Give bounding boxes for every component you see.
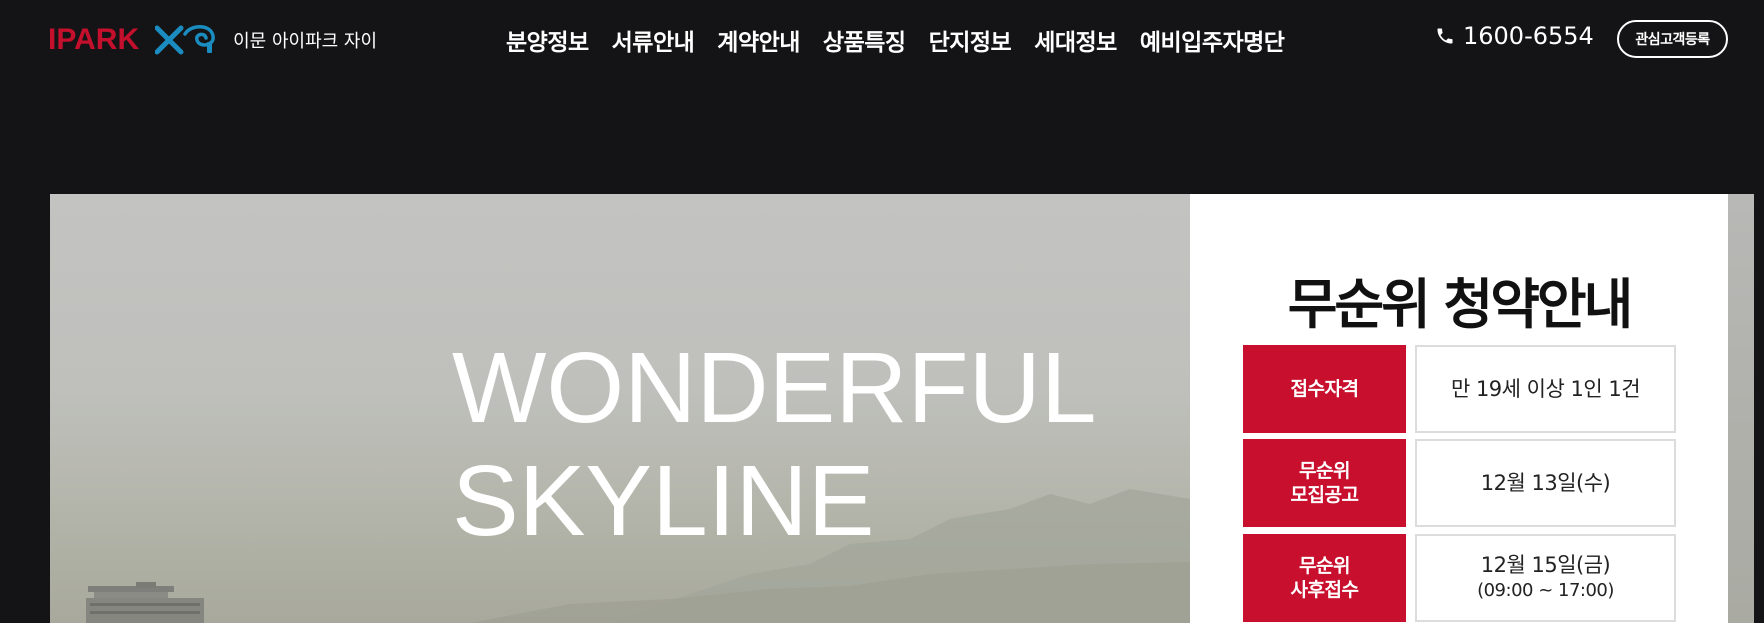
nav-item-complex[interactable]: 단지정보 xyxy=(929,23,1012,57)
row-value: 만 19세 이상 1인 1건 xyxy=(1415,345,1676,433)
row-label: 접수자격 xyxy=(1243,345,1406,433)
register-interest-button[interactable]: 관심고객등록 xyxy=(1617,20,1728,58)
info-row-late-application: 무순위 사후접수 12월 15일(금) (09:00 ~ 17:00) xyxy=(1243,534,1676,622)
ipark-logo: IPARK xyxy=(48,23,140,56)
hero-title-line2: SKYLINE xyxy=(452,445,875,557)
nav-item-features[interactable]: 상품특징 xyxy=(823,23,906,57)
row-label-line1: 무순위 xyxy=(1299,555,1350,577)
brand-logo[interactable]: IPARK 이문 아이파크 자이 xyxy=(48,24,377,56)
site-name: 이문 아이파크 자이 xyxy=(233,31,378,52)
row-label: 무순위 사후접수 xyxy=(1243,534,1406,622)
info-row-eligibility: 접수자격 만 19세 이상 1인 1건 xyxy=(1243,345,1676,433)
nav-item-waitlist[interactable]: 예비입주자명단 xyxy=(1140,23,1285,57)
xi-logo-icon xyxy=(154,24,219,56)
row-label-line1: 접수자격 xyxy=(1290,378,1359,400)
row-value-line1: 만 19세 이상 1인 1건 xyxy=(1450,377,1641,401)
nav-item-units[interactable]: 세대정보 xyxy=(1034,23,1117,57)
hero-title: WONDERFUL SKYLINE xyxy=(452,332,1096,558)
phone-number: 1600-6554 xyxy=(1463,22,1594,50)
row-value: 12월 13일(수) xyxy=(1415,439,1676,527)
main-nav: 분양정보 서류안내 계약안내 상품특징 단지정보 세대정보 예비입주자명단 xyxy=(506,23,1285,57)
row-label-line2: 모집공고 xyxy=(1290,484,1359,506)
nav-item-documents[interactable]: 서류안내 xyxy=(612,23,695,57)
hero-banner: WONDERFUL SKYLINE xyxy=(50,194,1190,623)
phone-icon xyxy=(1437,28,1453,44)
row-value-line1: 12월 15일(금) xyxy=(1480,553,1611,577)
panel-title: 무순위 청약안내 xyxy=(1287,273,1634,336)
building-silhouette xyxy=(86,582,204,623)
row-value-line2: (09:00 ~ 17:00) xyxy=(1477,580,1614,601)
nav-item-contract[interactable]: 계약안내 xyxy=(717,23,800,57)
phone-contact[interactable]: 1600-6554 xyxy=(1435,22,1594,50)
hero-title-line1: WONDERFUL xyxy=(452,332,1097,444)
row-value: 12월 15일(금) (09:00 ~ 17:00) xyxy=(1415,534,1676,622)
next-slide-peek xyxy=(1728,194,1754,623)
row-label-line1: 무순위 xyxy=(1299,460,1350,482)
unranked-subscription-panel: 무순위 청약안내 접수자격 만 19세 이상 1인 1건 무순위 모집공고 12… xyxy=(1190,194,1728,623)
nav-item-sale-info[interactable]: 분양정보 xyxy=(506,23,589,57)
info-row-announcement: 무순위 모집공고 12월 13일(수) xyxy=(1243,439,1676,527)
row-label: 무순위 모집공고 xyxy=(1243,439,1406,527)
site-header: IPARK 이문 아이파크 자이 분양정보 서류안내 계약안내 상품특징 단지정… xyxy=(0,0,1764,80)
row-value-line1: 12월 13일(수) xyxy=(1480,471,1611,495)
row-label-line2: 사후접수 xyxy=(1290,579,1359,601)
